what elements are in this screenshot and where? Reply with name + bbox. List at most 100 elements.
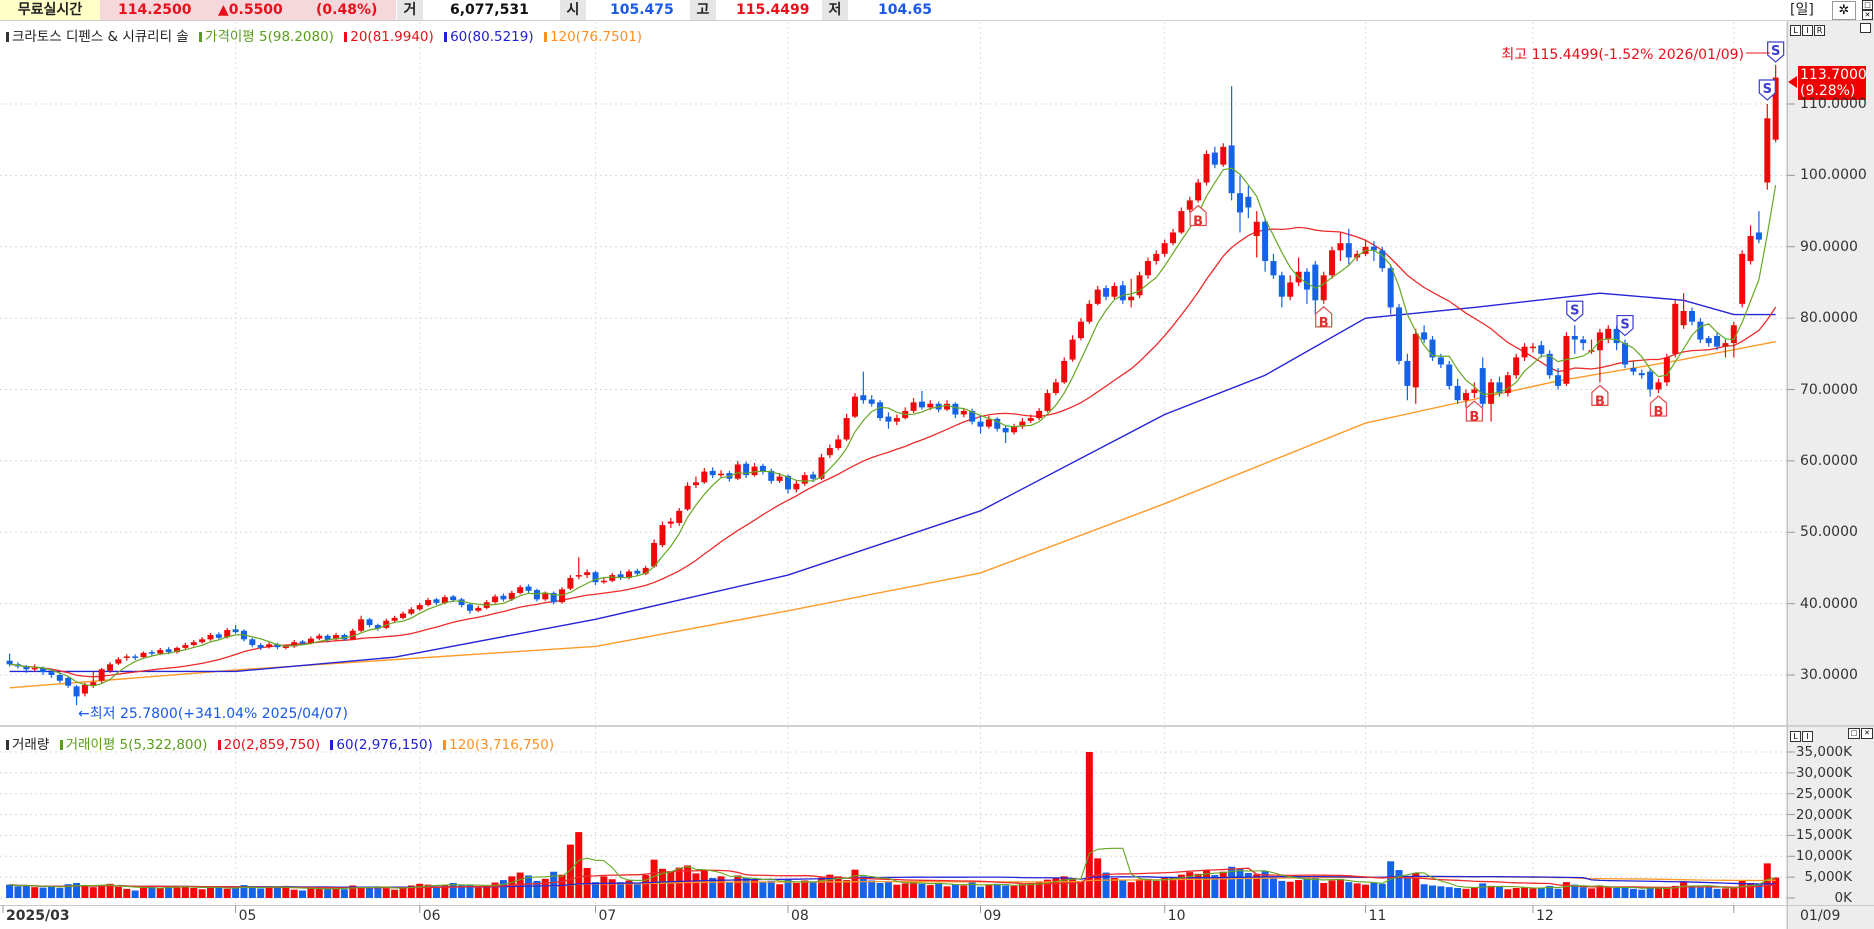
sell-signal-label: S: [1620, 318, 1629, 333]
candle-body: [1320, 275, 1327, 301]
volume-bar: [1311, 877, 1319, 898]
legend-ma5: 가격이평 5(98.2080): [205, 29, 334, 45]
volume-bar: [248, 887, 256, 898]
candle-body: [1739, 253, 1746, 304]
candle-body: [475, 607, 482, 611]
candle-body: [1663, 357, 1670, 383]
candle-body: [1446, 364, 1453, 386]
candle-body: [1077, 321, 1084, 339]
vscale-log-button[interactable]: L: [1790, 731, 1801, 742]
candle-body: [944, 403, 951, 410]
candle-body: [776, 476, 783, 481]
sell-signal-label: S: [1570, 303, 1579, 318]
candle-body: [1462, 393, 1469, 401]
volume-bar: [1378, 883, 1386, 898]
price-tick-label: 80.0000: [1800, 310, 1858, 327]
candle-body: [450, 596, 457, 601]
volume-bar: [1470, 887, 1478, 898]
volume-bar: [1219, 871, 1227, 898]
close-volume-icon[interactable]: ✕: [1861, 728, 1873, 739]
volume-bar: [901, 883, 909, 898]
candle-body: [801, 475, 808, 484]
volume-tick-label: 25,000K: [1795, 785, 1852, 802]
volume-bar: [265, 887, 273, 898]
volume-bar: [1169, 877, 1177, 898]
volume-bar: [985, 885, 993, 898]
candle-body: [1103, 288, 1110, 297]
volume-bar: [801, 880, 809, 898]
volume-bar: [1269, 876, 1277, 898]
volume-bar: [232, 887, 240, 898]
price-tick-label: 40.0000: [1800, 595, 1858, 612]
volume-bar: [1512, 887, 1520, 898]
volume-bar: [1336, 879, 1344, 898]
volume-bar: [1495, 886, 1503, 898]
volume-bar: [1504, 889, 1512, 898]
candle-body: [31, 667, 38, 670]
volume-bar: [935, 882, 943, 898]
scale-right-button[interactable]: R: [1814, 25, 1825, 36]
candle-body: [575, 575, 582, 577]
candle-body: [1069, 339, 1076, 360]
candle-body: [1630, 368, 1637, 372]
ma20-line: [9, 226, 1777, 678]
price-tick-label: 70.0000: [1800, 381, 1858, 398]
candle-body: [1186, 200, 1193, 210]
legend-ma60: 60(80.5219): [450, 29, 534, 45]
candle-body: [1312, 264, 1319, 301]
volume-bar: [1403, 875, 1411, 898]
volume-bar: [366, 887, 374, 898]
candle-body: [207, 635, 214, 640]
volume-bar: [951, 884, 959, 898]
volume-bar: [1094, 858, 1102, 898]
candle-body: [692, 482, 699, 486]
volume-bar: [633, 884, 641, 898]
maximize-volume-icon[interactable]: □: [1848, 728, 1860, 739]
candle-body: [307, 638, 314, 643]
volume-bar: [332, 888, 340, 898]
volume-bar: [868, 880, 876, 898]
volume-bar: [181, 885, 189, 898]
candle-body: [433, 599, 440, 603]
date-tick-label: 05: [238, 908, 257, 924]
volume-bar: [382, 888, 390, 898]
maximize-pane-icon[interactable]: [1860, 23, 1871, 33]
volume-bar: [1010, 885, 1018, 898]
candle-body: [1755, 232, 1762, 240]
volume-bar: [299, 890, 307, 898]
candle-body: [1697, 321, 1704, 340]
candle-body: [107, 664, 114, 671]
volume-bar: [1588, 888, 1596, 898]
candle-body: [65, 677, 72, 686]
volume-bar: [1663, 888, 1671, 898]
volume-bar: [1646, 887, 1654, 898]
volume-bar: [89, 887, 97, 898]
candle-body: [667, 521, 674, 524]
chart-canvas[interactable]: B B B B B S S S S: [0, 0, 1874, 929]
price-scale-buttons: LIR: [1790, 22, 1826, 37]
date-tick-label: 07: [598, 908, 617, 924]
volume-bar: [918, 883, 926, 898]
volume-bar: [725, 882, 733, 898]
scale-log-button[interactable]: L: [1790, 25, 1801, 36]
volume-bar: [558, 874, 566, 898]
volume-bar: [1110, 877, 1118, 898]
scale-index-button[interactable]: I: [1802, 25, 1813, 36]
volume-bar: [1688, 886, 1696, 898]
candle-body: [1504, 375, 1511, 394]
candle-body: [157, 650, 164, 654]
candle-body: [1655, 382, 1662, 390]
candle-body: [1580, 339, 1587, 344]
candle-body: [1764, 118, 1771, 183]
candle-body: [676, 510, 683, 523]
candle-body: [860, 395, 867, 401]
volume-bar: [1353, 883, 1361, 898]
legend-vma20: 20(2,859,750): [223, 737, 321, 753]
candle-body: [425, 600, 432, 606]
candle-body: [1153, 253, 1160, 262]
date-tick-label: 08: [791, 908, 809, 924]
candle-body: [1647, 371, 1654, 390]
volume-bar: [1738, 880, 1746, 898]
candle-body: [1379, 250, 1386, 269]
vscale-index-button[interactable]: I: [1802, 731, 1813, 742]
